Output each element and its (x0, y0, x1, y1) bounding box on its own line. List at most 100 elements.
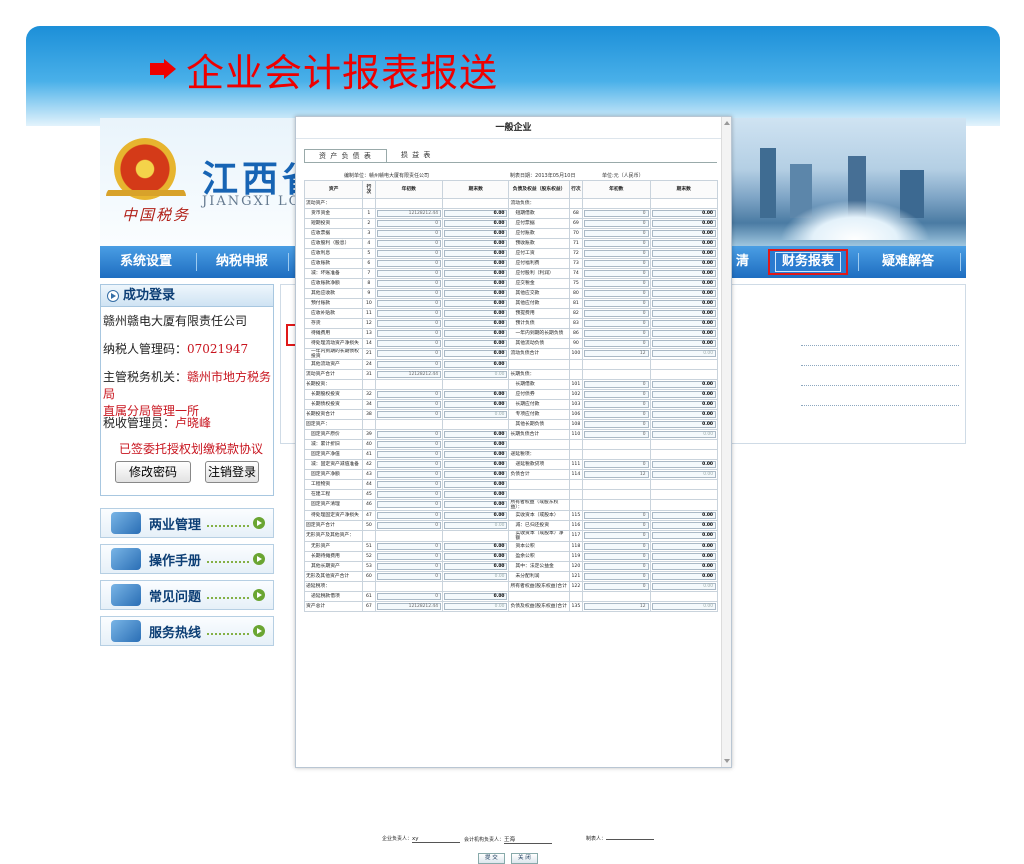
closing-balance-input[interactable]: 0.00 (444, 511, 508, 519)
opening-balance-input[interactable]: 0 (584, 552, 649, 560)
opening-balance-input[interactable]: 0 (584, 319, 649, 327)
closing-balance-input[interactable]: 0.00 (444, 259, 508, 267)
opening-balance-input[interactable]: 0 (584, 562, 649, 570)
closing-balance-input[interactable]: 0.00 (444, 562, 508, 570)
change-password-button[interactable]: 修改密码 (115, 461, 191, 483)
opening-balance-input[interactable]: 0 (376, 592, 441, 600)
closing-balance-input[interactable]: 0.00 (651, 582, 716, 590)
closing-balance-input[interactable]: 0.00 (651, 289, 716, 297)
closing-balance-input[interactable]: 0.00 (651, 269, 716, 277)
opening-balance-input[interactable]: 0 (376, 410, 441, 418)
opening-balance-input[interactable]: 0 (376, 552, 441, 560)
closing-balance-input[interactable]: 0.00 (651, 532, 716, 540)
closing-balance-input[interactable]: 0.00 (651, 350, 716, 358)
closing-balance-input[interactable]: 0.00 (444, 249, 508, 257)
opening-balance-input[interactable]: 0 (376, 542, 441, 550)
scroll-down-icon[interactable] (724, 759, 730, 763)
opening-balance-input[interactable]: 0 (584, 400, 649, 408)
closing-balance-input[interactable]: 0.00 (444, 602, 508, 610)
opening-balance-input[interactable]: 0 (584, 420, 649, 428)
opening-balance-input[interactable]: 0 (584, 532, 649, 540)
opening-balance-input[interactable]: 0 (584, 239, 649, 247)
closing-balance-input[interactable]: 0.00 (444, 430, 508, 438)
close-button[interactable]: 关 闭 (511, 853, 538, 864)
closing-balance-input[interactable]: 0.00 (444, 219, 508, 227)
closing-balance-input[interactable]: 0.00 (651, 329, 716, 337)
closing-balance-input[interactable]: 0.00 (444, 490, 508, 498)
closing-balance-input[interactable]: 0.00 (651, 511, 716, 519)
closing-balance-input[interactable]: 0.00 (651, 249, 716, 257)
nav-financial-report[interactable]: 财务报表 (768, 249, 848, 275)
opening-balance-input[interactable]: 0 (376, 501, 441, 509)
opening-balance-input[interactable]: 0 (584, 249, 649, 257)
closing-balance-input[interactable]: 0.00 (444, 410, 508, 418)
closing-balance-input[interactable]: 0.00 (651, 430, 716, 438)
opening-balance-input[interactable]: 0 (376, 470, 441, 478)
opening-balance-input[interactable]: 12128212.44 (376, 209, 441, 217)
opening-balance-input[interactable]: 0 (584, 289, 649, 297)
closing-balance-input[interactable]: 0.00 (651, 319, 716, 327)
opening-balance-input[interactable]: 0 (584, 259, 649, 267)
opening-balance-input[interactable]: 0 (584, 309, 649, 317)
maker-value[interactable] (606, 839, 655, 840)
closing-balance-input[interactable]: 0.00 (651, 420, 716, 428)
closing-balance-input[interactable]: 0.00 (444, 339, 508, 347)
opening-balance-input[interactable]: 0 (376, 390, 441, 398)
closing-balance-input[interactable]: 0.00 (444, 269, 508, 277)
closing-balance-input[interactable]: 0.00 (651, 390, 716, 398)
tab-balance-sheet[interactable]: 资 产 负 债 表 (304, 149, 387, 163)
closing-balance-input[interactable]: 0.00 (444, 370, 508, 378)
opening-balance-input[interactable]: 0 (376, 480, 441, 488)
opening-balance-input[interactable]: 0 (584, 572, 649, 580)
closing-balance-input[interactable]: 0.00 (444, 229, 508, 237)
opening-balance-input[interactable]: 0 (376, 430, 441, 438)
opening-balance-input[interactable]: 0 (376, 309, 441, 317)
opening-balance-input[interactable]: 0 (376, 259, 441, 267)
closing-balance-input[interactable]: 0.00 (444, 289, 508, 297)
opening-balance-input[interactable]: 0 (584, 279, 649, 287)
closing-balance-input[interactable]: 0.00 (651, 259, 716, 267)
opening-balance-input[interactable]: 12 (584, 470, 649, 478)
closing-balance-input[interactable]: 0.00 (651, 219, 716, 227)
side-business-mgmt[interactable]: 两业管理 (100, 508, 274, 538)
closing-balance-input[interactable]: 0.00 (444, 460, 508, 468)
opening-balance-input[interactable]: 0 (584, 219, 649, 227)
opening-balance-input[interactable]: 0 (376, 450, 441, 458)
closing-balance-input[interactable]: 0.00 (651, 562, 716, 570)
closing-balance-input[interactable]: 0.00 (651, 380, 716, 388)
closing-balance-input[interactable]: 0.00 (651, 521, 716, 529)
opening-balance-input[interactable]: 0 (376, 299, 441, 307)
opening-balance-input[interactable]: 0 (376, 490, 441, 498)
logout-button[interactable]: 注销登录 (205, 461, 259, 483)
closing-balance-input[interactable]: 0.00 (444, 480, 508, 488)
opening-balance-input[interactable]: 0 (584, 229, 649, 237)
closing-balance-input[interactable]: 0.00 (651, 552, 716, 560)
opening-balance-input[interactable]: 0 (376, 521, 441, 529)
opening-balance-input[interactable]: 0 (376, 229, 441, 237)
tab-income-statement[interactable]: 损 益 表 (387, 149, 445, 163)
closing-balance-input[interactable]: 0.00 (444, 592, 508, 600)
closing-balance-input[interactable]: 0.00 (444, 209, 508, 217)
opening-balance-input[interactable]: 0 (376, 279, 441, 287)
closing-balance-input[interactable]: 0.00 (651, 542, 716, 550)
closing-balance-input[interactable]: 0.00 (444, 390, 508, 398)
authorization-notice[interactable]: 已签委托授权划缴税款协议 (119, 441, 263, 458)
closing-balance-input[interactable]: 0.00 (444, 319, 508, 327)
closing-balance-input[interactable]: 0.00 (444, 239, 508, 247)
opening-balance-input[interactable]: 0 (584, 410, 649, 418)
opening-balance-input[interactable]: 0 (376, 440, 441, 448)
opening-balance-input[interactable]: 0 (584, 582, 649, 590)
closing-balance-input[interactable]: 0.00 (444, 279, 508, 287)
submit-button[interactable]: 提 交 (478, 853, 505, 864)
opening-balance-input[interactable]: 0 (376, 360, 441, 368)
dialog-scrollbar[interactable] (721, 117, 731, 767)
side-manual[interactable]: 操作手册 (100, 544, 274, 574)
opening-balance-input[interactable]: 0 (584, 209, 649, 217)
opening-balance-input[interactable]: 0 (376, 289, 441, 297)
leader-value[interactable]: xy (412, 836, 461, 843)
closing-balance-input[interactable]: 0.00 (651, 239, 716, 247)
opening-balance-input[interactable]: 12 (584, 350, 649, 358)
closing-balance-input[interactable]: 0.00 (444, 552, 508, 560)
side-faq[interactable]: 常见问题 (100, 580, 274, 610)
opening-balance-input[interactable]: 0 (376, 572, 441, 580)
